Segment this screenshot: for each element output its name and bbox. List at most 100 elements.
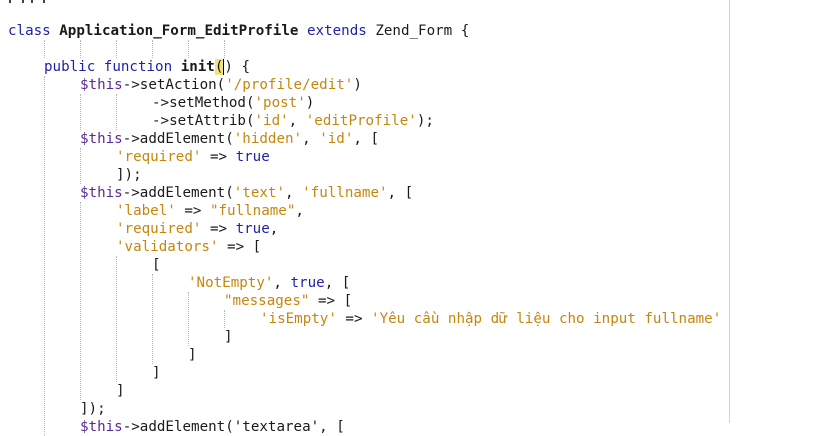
indent-guide [44, 40, 45, 58]
code-line[interactable]: ->setMethod('post') [152, 94, 314, 112]
code-token: $this [80, 77, 123, 93]
code-token: true [235, 221, 270, 237]
code-token: 'fullname' [302, 185, 388, 201]
indent-guide [116, 94, 117, 130]
code-token: $this [80, 419, 123, 435]
code-token: 'hidden' [233, 131, 303, 147]
code-token: ->addElement('textarea', [ [122, 419, 345, 435]
code-token: { [232, 59, 251, 75]
code-token: => [175, 203, 210, 219]
indent-guide [152, 40, 153, 58]
code-line[interactable]: 'NotEmpty', true, [ [188, 274, 350, 292]
code-token: 'isEmpty' [260, 311, 337, 327]
code-token: , [302, 131, 320, 147]
code-line[interactable]: $this->setAction('/profile/edit') [80, 76, 362, 94]
code-line[interactable]: $this->addElement('hidden', 'id', [ [80, 130, 379, 148]
indent-guide [80, 94, 81, 130]
code-token: 'Yêu cầu nhập dữ liệu cho input fullname… [371, 311, 722, 327]
code-token: '/profile/edit' [225, 77, 354, 93]
code-line[interactable]: ] [152, 364, 161, 382]
code-token: 'label' [116, 203, 176, 219]
code-token: ) [223, 59, 233, 75]
code-token: 'post' [254, 95, 306, 111]
print-margin-line [729, 0, 730, 423]
code-line[interactable]: 'validators' => [ [116, 238, 261, 256]
code-line[interactable]: 'required' => true, [116, 220, 278, 238]
code-token: [ [152, 257, 161, 273]
code-token: init [180, 59, 215, 75]
code-token: Application_Form_EditProfile [59, 23, 299, 39]
code-token: $this [80, 185, 123, 201]
code-line[interactable]: [ [152, 256, 161, 274]
code-token: true [235, 149, 270, 165]
code-token: => [201, 149, 236, 165]
code-line[interactable]: ] [224, 328, 233, 346]
indent-guide [188, 292, 189, 346]
code-token: , [ [387, 185, 414, 201]
code-line[interactable]: "messages" => [ [224, 292, 352, 310]
indent-guide [224, 310, 225, 328]
code-line[interactable]: ]); [116, 166, 142, 184]
code-line[interactable]: ] [116, 382, 125, 400]
code-token: $this [80, 131, 123, 147]
code-line[interactable]: $this->addElement('text', 'fullname', [ [80, 184, 413, 202]
code-token: ) [305, 95, 315, 111]
code-token: => [ [218, 239, 262, 255]
code-line[interactable]: class Application_Form_EditProfile exten… [8, 22, 469, 40]
code-line[interactable]: $this->addElement('textarea', [ [80, 418, 345, 436]
code-token: 'required' [116, 149, 202, 165]
code-token: "messages" [224, 293, 310, 309]
code-token: , [ [324, 275, 351, 291]
indent-guide [44, 76, 45, 436]
indent-guide [80, 148, 81, 184]
code-line[interactable]: ]); [80, 400, 106, 418]
code-token: , [295, 203, 304, 219]
code-token: ] [224, 329, 233, 345]
code-token: 'validators' [116, 239, 219, 255]
clipped-previous-line [0, 0, 60, 4]
code-token: , [273, 275, 291, 291]
code-token: , [288, 113, 306, 129]
code-token: ->setAction( [122, 77, 226, 93]
code-token: => [ [309, 293, 353, 309]
indent-guide [152, 274, 153, 364]
code-line[interactable]: ] [188, 346, 197, 364]
code-editor[interactable]: class Application_Form_EditProfile exten… [0, 0, 832, 436]
code-line[interactable]: public function init() { [44, 58, 250, 76]
code-token: 'id' [319, 131, 354, 147]
code-line[interactable]: ->setAttrib('id', 'editProfile'); [152, 112, 434, 130]
indent-guide [116, 256, 117, 382]
code-token: => [336, 311, 372, 327]
code-token: ] [116, 383, 125, 399]
code-token: 'editProfile' [305, 113, 417, 129]
code-token: Zend_Form { [366, 23, 470, 39]
indent-guide [80, 202, 81, 400]
code-line[interactable]: 'required' => true [116, 148, 270, 166]
code-token: function [103, 59, 173, 75]
code-token: 'required' [116, 221, 202, 237]
code-token: class [8, 23, 51, 39]
indent-guide [224, 40, 225, 58]
code-token: 'id' [254, 113, 289, 129]
code-token: ->addElement( [122, 131, 234, 147]
code-token: , [285, 185, 303, 201]
code-line[interactable]: 'label' => "fullname", [116, 202, 304, 220]
code-token: , [269, 221, 279, 237]
code-token: ) [353, 77, 362, 93]
code-line[interactable]: 'isEmpty' => 'Yêu cầu nhập dữ liệu cho i… [260, 310, 721, 328]
code-token: "fullname" [209, 203, 296, 219]
code-token: ]); [80, 401, 106, 417]
code-token: => [201, 221, 236, 237]
indent-guide [116, 40, 117, 58]
code-token: extends [306, 23, 367, 39]
code-token: ] [152, 365, 161, 381]
code-token: 'text' [233, 185, 286, 201]
code-token: ->setAttrib( [152, 113, 255, 129]
code-token: ->addElement( [122, 185, 234, 201]
code-token: ); [416, 113, 434, 129]
code-token: ->setMethod( [152, 95, 255, 111]
